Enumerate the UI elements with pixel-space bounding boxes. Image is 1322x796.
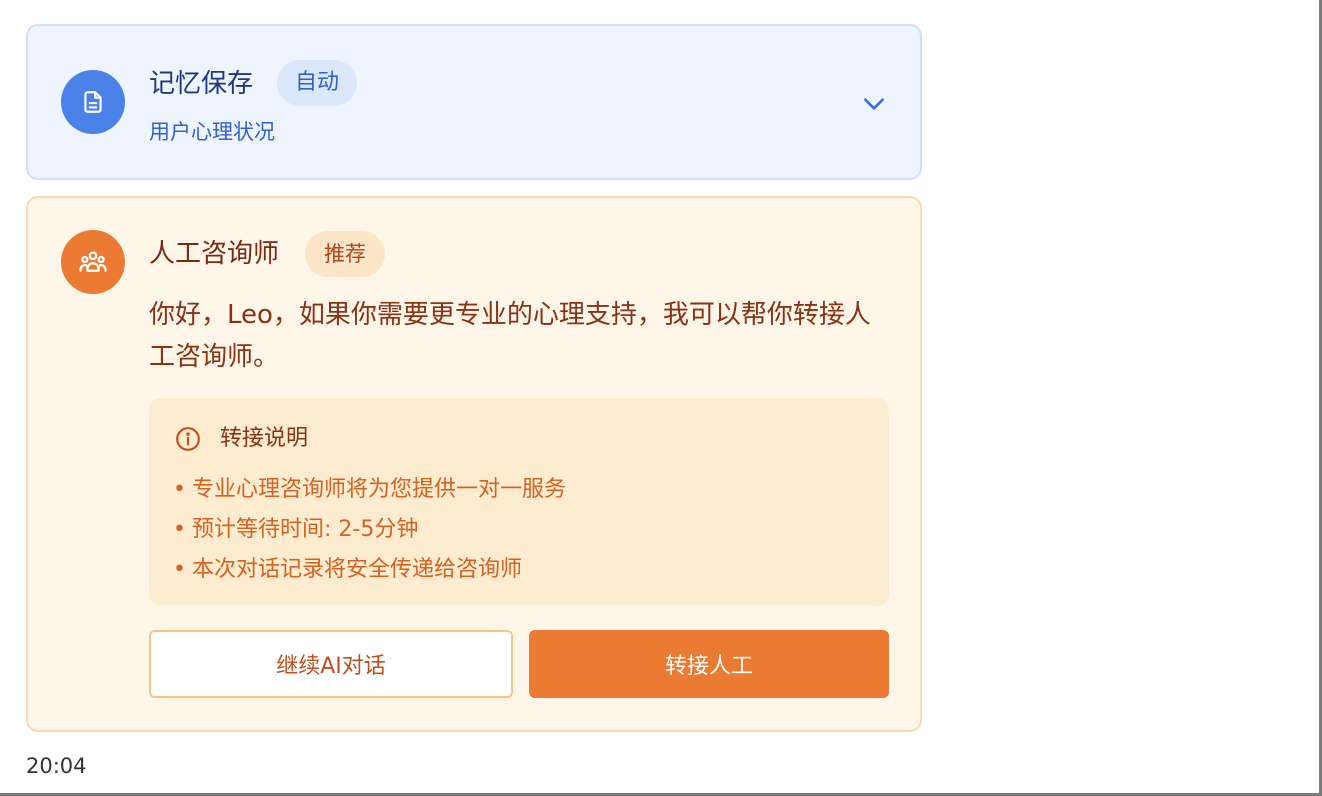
info-title: 转接说明 — [220, 426, 309, 451]
list-item: • 本次对话记录将安全传递给咨询师 — [173, 557, 522, 582]
message-timestamp: 20:04 — [26, 754, 87, 778]
list-item: • 预计等待时间: 2-5分钟 — [173, 517, 419, 542]
expand-toggle-button[interactable] — [854, 84, 894, 124]
info-icon — [176, 427, 200, 451]
continue-ai-chat-button[interactable]: 继续AI对话 — [149, 630, 513, 698]
chevron-down-icon — [864, 98, 884, 110]
transfer-to-human-button[interactable]: 转接人工 — [529, 630, 889, 698]
transfer-info-box: 转接说明 • 专业心理咨询师将为您提供一对一服务 • 预计等待时间: 2-5分钟 •… — [149, 398, 889, 606]
group-icon — [61, 230, 125, 294]
memory-save-card: 记忆保存 自动 用户心理状况 — [26, 24, 922, 180]
auto-badge: 自动 — [277, 60, 357, 106]
list-item: • 专业心理咨询师将为您提供一对一服务 — [173, 477, 566, 502]
memory-subtitle: 用户心理状况 — [149, 120, 275, 144]
recommend-badge: 推荐 — [305, 231, 385, 277]
document-icon — [61, 70, 125, 134]
counselor-title: 人工咨询师 — [149, 239, 280, 269]
counselor-message: 你好，Leo，如果你需要更专业的心理支持，我可以帮你转接人工咨询师。 — [149, 300, 871, 372]
human-counselor-card: 人工咨询师 推荐 你好，Leo，如果你需要更专业的心理支持，我可以帮你转接人工咨… — [26, 196, 922, 732]
memory-title: 记忆保存 — [149, 69, 254, 99]
info-list: • 专业心理咨询师将为您提供一对一服务 • 预计等待时间: 2-5分钟 • 本次对话记… — [173, 470, 566, 590]
